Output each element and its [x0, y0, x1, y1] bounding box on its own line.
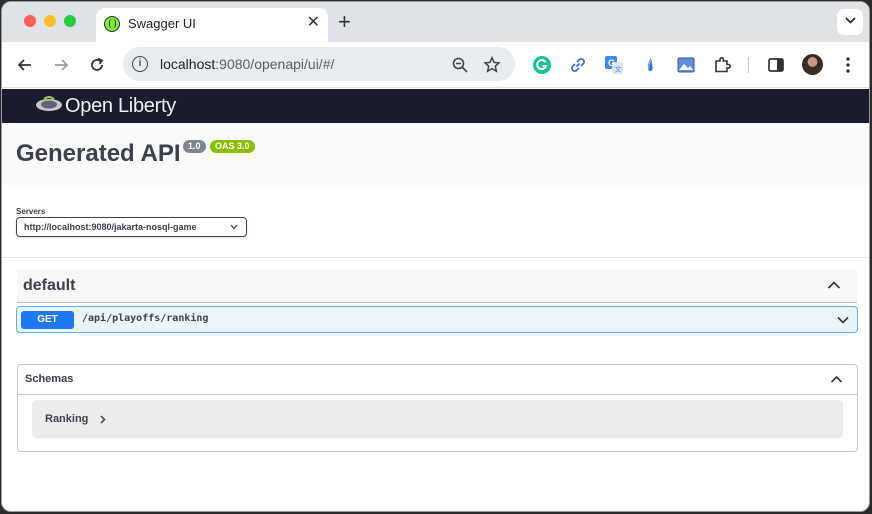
oas-version-badge: OAS 3.0 [210, 140, 255, 153]
address-bar[interactable]: i localhost:9080/openapi/ui/#/ [123, 47, 515, 81]
close-window-button[interactable] [24, 15, 36, 27]
back-icon[interactable] [16, 56, 34, 74]
browser-toolbar: i localhost:9080/openapi/ui/#/ G文 [2, 42, 869, 88]
schemas-section: Schemas Ranking [17, 364, 858, 452]
new-tab-button[interactable]: + [338, 9, 351, 35]
more-menu-icon[interactable] [840, 56, 856, 74]
schemas-header[interactable]: Schemas [18, 365, 857, 395]
http-method-badge: GET [21, 311, 74, 329]
chevron-right-icon [100, 415, 106, 424]
version-badge: 1.0 [183, 140, 206, 153]
url-path: :9080/openapi/ui/#/ [215, 56, 335, 72]
close-tab-icon[interactable]: ✕ [307, 13, 320, 33]
swagger-favicon-icon [104, 16, 120, 32]
operation-get-ranking[interactable]: GET /api/playoffs/ranking [16, 306, 858, 333]
model-name: Ranking [45, 413, 89, 425]
api-info: Generated API 1.0 OAS 3.0 [2, 123, 869, 185]
servers-selected-value: http://localhost:9080/jakarta-nosql-game [24, 222, 197, 232]
image-extension-icon[interactable] [676, 55, 696, 75]
tag-section-default[interactable]: default [17, 269, 857, 303]
zoom-icon[interactable] [451, 56, 469, 74]
chevron-up-icon[interactable] [830, 374, 843, 385]
url-text[interactable]: localhost:9080/openapi/ui/#/ [160, 56, 334, 72]
chevron-down-icon [844, 17, 856, 24]
maximize-window-button[interactable] [64, 15, 76, 27]
reload-icon[interactable] [88, 56, 106, 74]
servers-label: Servers [16, 207, 46, 216]
tab-search-button[interactable] [837, 9, 863, 35]
tab-title: Swagger UI [128, 16, 196, 31]
forward-icon[interactable] [52, 56, 70, 74]
side-panel-icon[interactable] [766, 55, 786, 75]
toolbar-separator [748, 57, 749, 73]
schema-model-ranking[interactable]: Ranking [32, 400, 843, 438]
schemas-title: Schemas [25, 373, 74, 385]
site-info-icon[interactable]: i [132, 56, 148, 72]
api-title: Generated API [16, 140, 181, 167]
bookmark-star-icon[interactable] [483, 56, 501, 74]
tab-swagger-ui[interactable]: Swagger UI ✕ [96, 8, 328, 42]
chevron-down-icon [230, 224, 238, 230]
logo-text: Open Liberty [65, 95, 176, 117]
extensions-puzzle-icon[interactable] [712, 55, 732, 75]
servers-select[interactable]: http://localhost:9080/jakarta-nosql-game [16, 217, 247, 237]
tag-name: default [23, 277, 76, 294]
translate-extension-icon[interactable]: G文 [604, 55, 624, 75]
grammarly-extension-icon[interactable] [532, 55, 552, 75]
profile-avatar[interactable] [802, 54, 823, 75]
swagger-page: Open Liberty Generated API 1.0 OAS 3.0 S… [2, 89, 869, 511]
url-host: localhost [160, 56, 216, 72]
section-divider [2, 257, 869, 258]
open-liberty-header: Open Liberty [2, 89, 869, 123]
browser-window: Swagger UI ✕ + i localhost:9080/openapi/… [1, 1, 870, 512]
chevron-up-icon[interactable] [827, 279, 841, 291]
open-liberty-logo-icon [36, 96, 62, 111]
chevron-down-icon[interactable] [837, 315, 849, 325]
operation-path: /api/playoffs/ranking [82, 313, 209, 324]
drop-extension-icon[interactable] [640, 55, 660, 75]
tab-strip: Swagger UI ✕ + [2, 2, 869, 42]
link-extension-icon[interactable] [568, 55, 588, 75]
minimize-window-button[interactable] [44, 15, 56, 27]
svg-text:文: 文 [615, 65, 622, 74]
